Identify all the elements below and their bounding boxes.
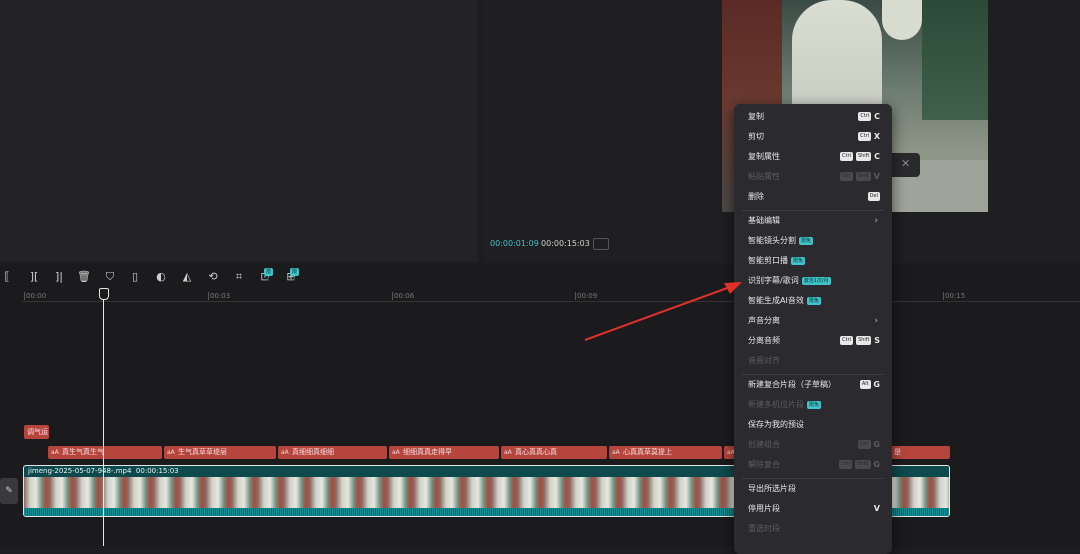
reverse-icon[interactable]: ◐	[154, 270, 168, 284]
menu-separator	[742, 210, 884, 211]
menu-item-disable-clip[interactable]: 停用片段 V	[748, 502, 880, 516]
track-edit-icon[interactable]: ✎	[0, 478, 18, 504]
menu-item-export-selected[interactable]: 导出所选片段	[748, 482, 880, 496]
player-total-time: 00:00:15:03	[541, 239, 590, 248]
playhead-handle[interactable]	[99, 288, 109, 300]
split-right-icon[interactable]: ]|	[52, 270, 66, 284]
caption-clip[interactable]: 心真真草莫提上	[609, 446, 722, 459]
menu-item-delete[interactable]: 删除 Del	[748, 190, 880, 204]
freeze-icon[interactable]: ▯	[128, 270, 142, 284]
effect-clip[interactable]: 调气运	[24, 425, 49, 439]
toolbar-badge-1: 限免	[264, 268, 274, 283]
menu-item-new-compound-clip[interactable]: 新建复合片段（子草稿） Alt G	[748, 378, 880, 392]
chevron-right-icon: ›	[874, 216, 878, 226]
caption-clip[interactable]: 细细真真走得早	[389, 446, 499, 459]
menu-item-copy[interactable]: 复制 Ctrl C	[748, 110, 880, 124]
menu-separator	[742, 478, 884, 479]
crop-icon[interactable]: ⌗	[232, 270, 246, 284]
menu-item-audio-video-align: 音画对齐	[748, 356, 780, 365]
smart-frame-icon[interactable]: ⊞ 限免	[284, 268, 300, 284]
rotate-icon[interactable]: ⟲	[206, 270, 220, 284]
menu-item-smart-shot-split[interactable]: 智能镜头分割 限免	[748, 234, 880, 248]
ruler-tick: 00:00	[23, 292, 47, 300]
media-panel	[0, 0, 478, 262]
menu-item-basic-edit[interactable]: 基础编辑 ›	[748, 214, 880, 228]
split-icon[interactable]: ][	[27, 270, 41, 284]
menu-item-smart-talk-cut[interactable]: 智能剪口播 限免	[748, 254, 880, 268]
select-tool-icon[interactable]: ⟦	[0, 270, 14, 284]
caption-clip[interactable]: 真心真真心真	[501, 446, 607, 459]
menu-item-voice-separation[interactable]: 声音分离 ›	[748, 314, 880, 328]
menu-item-ungroup: 解除复合 Ctrl Shift G	[748, 460, 880, 469]
ruler-tick: 00:03	[207, 292, 231, 300]
menu-separator	[742, 374, 884, 375]
menu-item-save-preset[interactable]: 保存为我的预设	[748, 418, 880, 432]
context-menu: 复制 Ctrl C 剪切 Ctrl X 复制属性 Ctrl Shift C 粘贴属性 Ct…	[734, 104, 892, 554]
fullscreen-icon[interactable]	[593, 238, 609, 250]
playhead[interactable]	[103, 290, 104, 546]
toolbar-badge-2: 限免	[290, 268, 300, 283]
ruler-tick: 00:06	[391, 292, 415, 300]
menu-item-copy-attributes[interactable]: 复制属性 Ctrl Shift C	[748, 150, 880, 164]
menu-item-reselect-range: 重选时段	[748, 524, 780, 533]
menu-item-recognize-subtitles[interactable]: 识别字幕/歌词 激活1次/月	[748, 274, 880, 288]
delete-icon[interactable]: 🗑	[77, 270, 91, 284]
mirror-icon[interactable]: ◭	[180, 270, 194, 284]
preview-greenery	[922, 0, 988, 120]
tooltip-close-icon[interactable]: ✕	[901, 157, 910, 170]
player-current-time: 00:00:01:09	[490, 239, 539, 248]
ruler-tick: 00:09	[574, 292, 598, 300]
menu-item-paste-attributes: 粘贴属性 Ctrl Shift V	[748, 172, 880, 181]
smart-cut-icon[interactable]: ⊡ 限免	[258, 268, 274, 284]
menu-item-ai-sound-effects[interactable]: 智能生成AI音效 限免	[748, 294, 880, 308]
timeline-ruler[interactable]: 00:00 00:03 00:06 00:09 00:15	[22, 289, 1080, 302]
caption-clip[interactable]: 真生气真生气	[48, 446, 162, 459]
preview-arm	[882, 0, 922, 40]
timeline-toolbar: ⟦ ][ ]| 🗑 ⛉ ▯ ◐ ◭ ⟲ ⌗ ⊡ 限免 ⊞ 限免	[0, 268, 720, 288]
menu-item-cut[interactable]: 剪切 Ctrl X	[748, 130, 880, 144]
marker-icon[interactable]: ⛉	[103, 270, 117, 284]
menu-item-separate-audio[interactable]: 分离音频 Ctrl Shift S	[748, 334, 880, 348]
ruler-tick: 00:15	[942, 292, 966, 300]
chevron-right-icon: ›	[874, 316, 878, 326]
menu-item-create-group: 创建组合 Ctrl G	[748, 440, 880, 449]
menu-item-new-multicam-clip: 新建多机位片段 限免	[748, 400, 822, 409]
caption-clip[interactable]: 真细细真细细	[278, 446, 387, 459]
caption-clip[interactable]: 生气真草草堤层	[164, 446, 276, 459]
